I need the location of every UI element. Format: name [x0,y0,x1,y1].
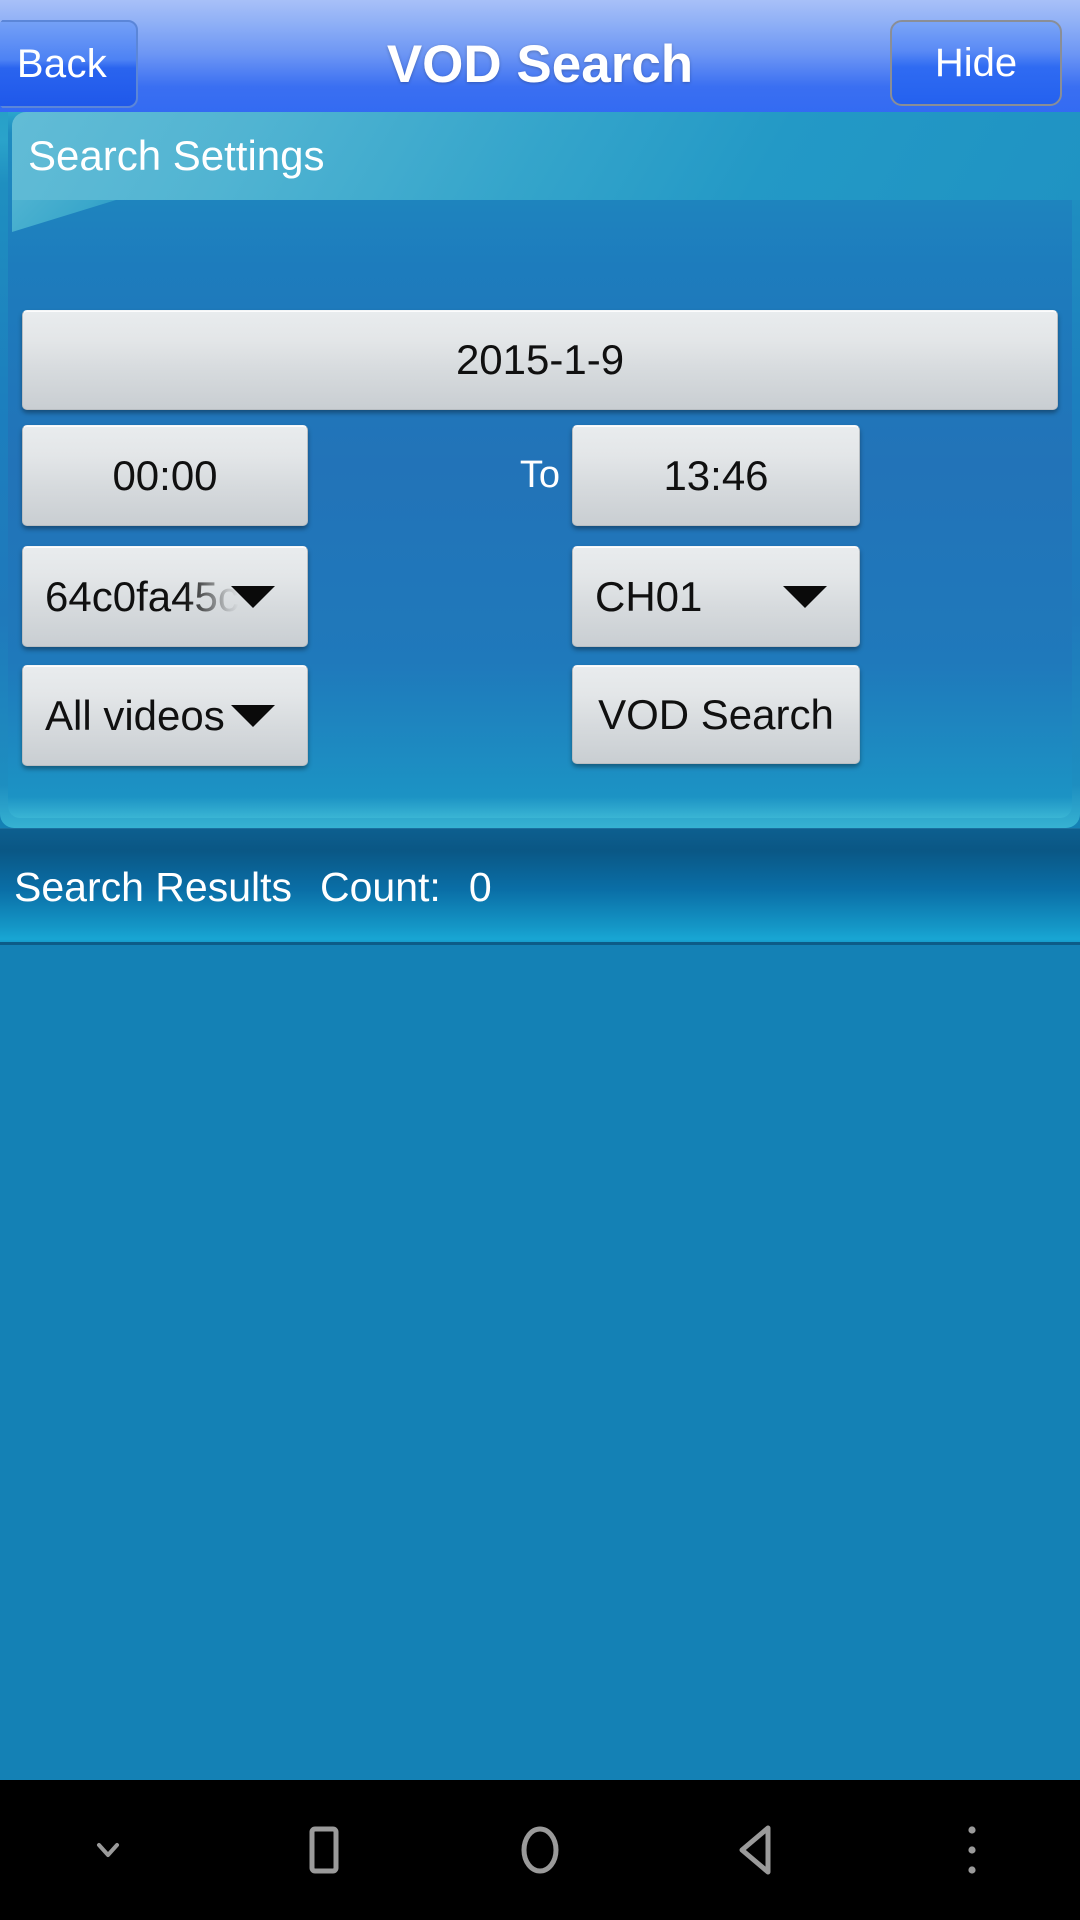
search-results-count-value: 0 [468,864,492,910]
channel-select[interactable]: CH01 [572,546,860,647]
end-time-value: 13:46 [663,451,769,499]
search-settings-header-label: Search Settings [28,132,325,179]
search-results-summary: Search Results Count: 0 [14,829,492,946]
app-screen: Back VOD Search Hide Search Settings 201… [0,0,1080,1920]
device-select[interactable]: 64c0fa45c [22,546,308,647]
start-time-value: 00:00 [112,451,218,499]
date-picker-button[interactable]: 2015-1-9 [22,310,1058,410]
vod-search-button-label: VOD Search [598,690,834,738]
start-time-button[interactable]: 00:00 [22,425,308,526]
video-type-select[interactable]: All videos [22,665,308,766]
chevron-down-icon [231,585,275,608]
hide-button[interactable]: Hide [890,20,1062,106]
video-type-select-value: All videos [45,691,225,739]
search-results-bar: Search Results Count: 0 [0,828,1080,945]
search-results-count-label: Count: [320,864,441,910]
channel-select-value: CH01 [595,572,703,620]
recents-square-icon [309,1826,339,1874]
hide-keyboard-button[interactable] [0,1780,216,1920]
back-nav-button[interactable] [648,1780,864,1920]
home-circle-icon [521,1826,559,1874]
search-results-list[interactable] [0,945,1080,1780]
vod-search-button[interactable]: VOD Search [572,665,860,764]
end-time-button[interactable]: 13:46 [572,425,860,526]
search-settings-header: Search Settings [12,112,1080,200]
home-button[interactable] [432,1780,648,1920]
system-navigation-bar [0,1780,1080,1920]
back-triangle-icon [739,1825,771,1875]
overflow-menu-icon [968,1826,976,1874]
title-bar: Back VOD Search Hide [0,0,1080,128]
chevron-down-icon [783,585,827,608]
hide-button-label: Hide [934,40,1018,85]
search-settings-panel: Search Settings 2015-1-9 00:00 To 13:46 … [0,112,1080,828]
date-value: 2015-1-9 [455,336,625,383]
device-select-value: 64c0fa45c [45,572,239,620]
overflow-menu-button[interactable] [864,1780,1080,1920]
chevron-down-icon [231,704,275,727]
chevron-down-icon [97,1843,119,1857]
recents-button[interactable] [216,1780,432,1920]
search-results-title: Search Results [14,864,293,910]
